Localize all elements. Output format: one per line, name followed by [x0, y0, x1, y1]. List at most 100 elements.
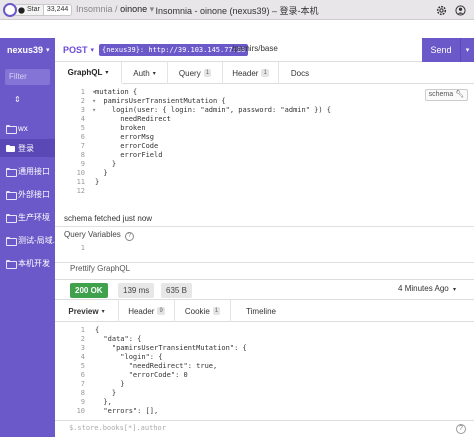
- code-line: }: [95, 389, 117, 397]
- code-line: mutation {: [95, 88, 138, 96]
- tab-label: Docs: [290, 68, 310, 78]
- sidebar-item-external-api[interactable]: 外部接口: [0, 185, 55, 203]
- tab-timeline[interactable]: Timeline: [231, 300, 291, 322]
- line-number: 7: [80, 142, 85, 150]
- chevron-down-icon: ▾: [152, 70, 156, 77]
- tab-count-badge: 1: [212, 307, 221, 315]
- folder-icon: [6, 190, 17, 200]
- line-number: 1: [80, 244, 85, 252]
- sidebar-item-label: wx: [18, 123, 28, 133]
- response-size-badge: 635 B: [161, 283, 192, 298]
- line-number: 8: [80, 151, 85, 159]
- tab-header[interactable]: Header 1: [223, 62, 279, 84]
- tab-count-badge: 9: [157, 307, 165, 315]
- breadcrumb-workspace[interactable]: Insomnia: [76, 4, 113, 14]
- code-line: errorMsg: [95, 133, 155, 141]
- line-number: 1: [80, 326, 85, 334]
- tab-label: Header: [232, 68, 259, 78]
- environment-selector[interactable]: nexus39 ▾: [0, 38, 55, 62]
- request-tabs: GraphQL ▾ Auth ▾ Query 1 Header 1 Docs: [55, 62, 474, 84]
- status-badge: 200 OK: [70, 283, 108, 298]
- tab-graphql[interactable]: GraphQL ▾: [55, 62, 122, 84]
- sidebar-item-local-dev[interactable]: 本机开发: [0, 254, 55, 272]
- line-number: 2: [80, 335, 85, 343]
- code-line: }: [95, 380, 125, 388]
- window-title-text: Insomnia - oinone (nexus39) – 登录-本机: [155, 6, 319, 16]
- method-selector[interactable]: POST ▾: [63, 45, 94, 55]
- url-bar: POST ▾ {nexus39}: http://39.103.145.77:8…: [55, 38, 474, 62]
- tab-response-header[interactable]: Header 9: [119, 300, 175, 322]
- query-editor[interactable]: 1 2 3 4 5 6 7 8 9 10 11 12 ▾ ▾ ▾ mutatio…: [55, 88, 474, 204]
- tab-docs[interactable]: Docs: [279, 62, 321, 84]
- app-logo-icon: [3, 3, 17, 17]
- breadcrumb-separator: /: [115, 4, 118, 14]
- line-number: 2: [80, 97, 85, 105]
- folder-icon: [6, 259, 17, 269]
- schema-button[interactable]: schema 🔧︎: [424, 89, 468, 101]
- history-label: 4 Minutes Ago: [398, 284, 449, 293]
- send-button[interactable]: Send: [422, 38, 460, 62]
- chevron-down-icon: ▾: [90, 46, 95, 54]
- schema-label: schema: [428, 91, 454, 98]
- sidebar-item-label: 测试-局域...: [18, 235, 55, 245]
- user-icon[interactable]: [453, 3, 467, 17]
- sidebar-item-label: 登录: [18, 143, 34, 153]
- query-variables-label[interactable]: Query Variables ?: [64, 230, 134, 241]
- sidebar-item-production[interactable]: 生产环境: [0, 208, 55, 226]
- chevron-down-icon[interactable]: ▾: [150, 4, 155, 14]
- response-tabs: Preview ▾ Header 9 Cookie 1 Timeline: [55, 300, 474, 322]
- code-line: }: [95, 178, 100, 186]
- wrench-icon: 🔧︎: [455, 91, 464, 98]
- query-variables-editor[interactable]: 1: [55, 244, 474, 254]
- sort-icon[interactable]: ⇕: [14, 95, 21, 104]
- code-line: "errorCode": 0: [95, 371, 188, 379]
- tab-cookie[interactable]: Cookie 1: [175, 300, 231, 322]
- line-number: 7: [80, 380, 85, 388]
- folder-icon: [6, 213, 17, 223]
- tab-count-badge: 1: [203, 69, 212, 77]
- line-number: 1: [80, 88, 85, 96]
- url-input[interactable]: /pamirs/base: [232, 44, 278, 53]
- gear-icon[interactable]: [434, 3, 448, 17]
- url-variable-tag[interactable]: {nexus39}: http://39.103.145.77:88: [99, 44, 249, 56]
- code-line: "pamirsUserTransientMutation": {: [95, 344, 247, 352]
- tab-preview[interactable]: Preview ▾: [55, 300, 119, 322]
- line-number: 4: [80, 115, 85, 123]
- sidebar-item-common-api[interactable]: 通用接口: [0, 162, 55, 180]
- github-star-button[interactable]: Star 33,244: [14, 4, 73, 16]
- title-bar: Star 33,244 Insomnia / oinone ▾ Insomnia…: [0, 0, 474, 20]
- response-viewer[interactable]: 1 2 3 4 5 6 7 8 9 10 { "data": { "pamirs…: [55, 326, 474, 418]
- schema-status: schema fetched just now: [64, 214, 153, 223]
- star-label-segment: Star: [15, 5, 44, 15]
- sidebar-item-label: 本机开发: [18, 258, 50, 268]
- history-dropdown[interactable]: 4 Minutes Ago ▾: [398, 284, 456, 293]
- tab-label: Cookie: [184, 306, 210, 316]
- code-line: errorField: [95, 151, 163, 159]
- help-icon[interactable]: ?: [125, 232, 134, 241]
- sidebar-item-test-lan[interactable]: 测试-局域...: [0, 231, 55, 249]
- help-icon[interactable]: ?: [456, 424, 466, 434]
- code-line: needRedirect: [95, 115, 171, 123]
- method-label: POST: [63, 44, 88, 55]
- chevron-down-icon: ▾: [452, 287, 456, 293]
- line-number: 11: [76, 178, 85, 186]
- breadcrumb-project[interactable]: oinone: [120, 4, 147, 14]
- sidebar-item-wx[interactable]: wx: [0, 119, 55, 137]
- chevron-down-icon: ▾: [105, 69, 109, 76]
- folder-open-icon: [6, 144, 15, 152]
- sidebar-filter-input[interactable]: Filter: [5, 69, 50, 85]
- folder-icon: [6, 236, 17, 246]
- tab-label: Auth: [133, 68, 150, 78]
- sidebar-item-label: 通用接口: [18, 166, 50, 176]
- tab-auth[interactable]: Auth ▾: [122, 62, 168, 84]
- tab-query[interactable]: Query 1: [168, 62, 223, 84]
- prettify-button[interactable]: Prettify GraphQL: [70, 264, 130, 273]
- response-filter-input[interactable]: $.store.books[*].author: [69, 424, 166, 432]
- code-line: "errors": [],: [95, 407, 159, 415]
- send-options-button[interactable]: ▾: [460, 38, 474, 62]
- tab-label: Query: [178, 68, 201, 78]
- tab-label: Preview: [68, 306, 99, 316]
- sidebar-item-login[interactable]: 登录: [0, 139, 55, 157]
- sidebar-item-label: 外部接口: [18, 189, 50, 199]
- line-number: 9: [80, 398, 85, 406]
